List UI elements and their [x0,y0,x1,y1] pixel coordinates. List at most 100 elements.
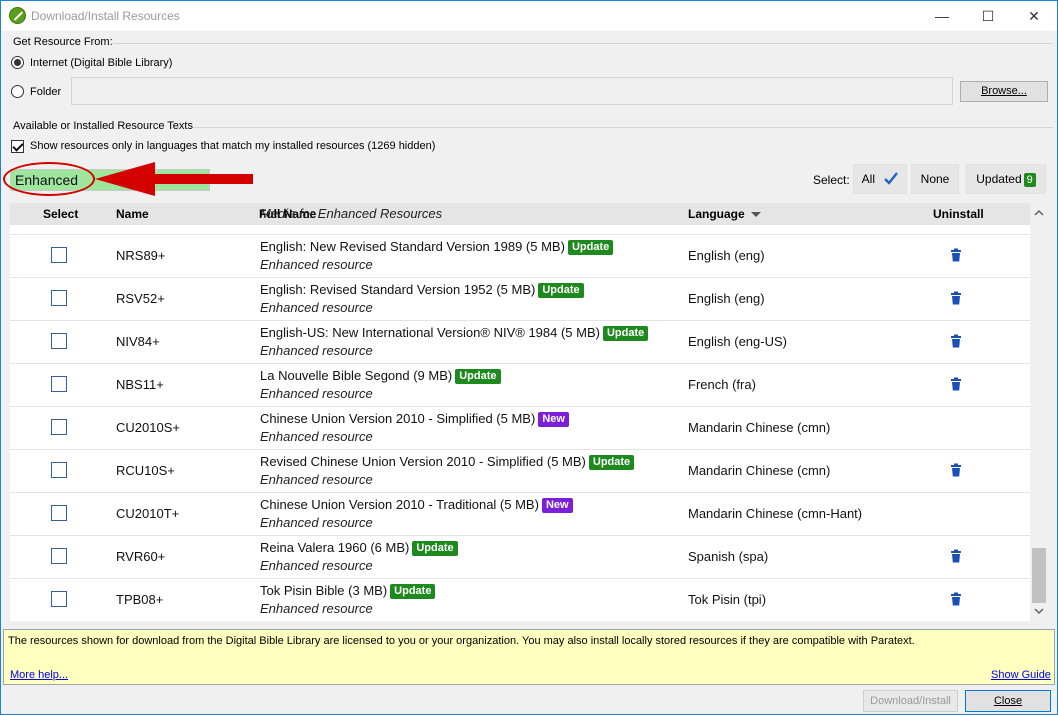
folder-path-input[interactable] [71,77,953,105]
row-select-checkbox[interactable] [51,333,67,349]
close-button[interactable]: Close [965,690,1051,712]
scroll-down-icon[interactable] [1030,603,1048,619]
row-select-checkbox[interactable] [51,290,67,306]
internet-radio[interactable] [11,56,24,69]
window-title: Download/Install Resources [31,9,180,23]
row-subtitle: Enhanced resource [260,472,373,487]
trash-icon[interactable] [949,463,963,477]
divider [113,43,1053,44]
update-badge: Update [567,240,614,255]
trash-icon[interactable] [949,377,963,391]
new-badge: New [541,498,573,513]
row-name: CU2010S+ [116,420,180,435]
row-language: French (fra) [688,377,756,392]
download-install-button[interactable]: Download/Install [863,690,958,712]
row-language: Mandarin Chinese (cmn) [688,420,831,435]
row-full-name-text: Reina Valera 1960 (6 MB) [260,540,410,555]
row-name: NRS89+ [116,248,166,263]
row-name: CU2010T+ [116,506,180,521]
close-window-button[interactable]: ✕ [1011,1,1057,31]
table-row[interactable]: RCU10S+ Revised Chinese Union Version 20… [10,450,1030,493]
scroll-thumb[interactable] [1032,548,1046,603]
row-full-name: English: Revised Standard Version 1952 (… [260,282,584,298]
row-full-name: English: New Revised Standard Version 19… [260,239,614,255]
folder-radio[interactable] [11,85,24,98]
select-updated-button[interactable]: Updated 9 [966,164,1046,194]
row-subtitle: Enhanced resource [260,429,373,444]
row-name: RVR60+ [116,549,166,564]
source-group-label: Get Resource From: [13,36,113,48]
select-all-label: All [861,172,875,186]
row-select-checkbox[interactable] [51,247,67,263]
row-subtitle: Enhanced resource [260,558,373,573]
table-row[interactable]: CU2010S+ Chinese Union Version 2010 - Si… [10,407,1030,450]
row-full-name: Revised Chinese Union Version 2010 - Sim… [260,454,635,470]
row-language: Tok Pisin (tpi) [688,592,767,607]
row-language: English (eng) [688,291,765,306]
title-bar: Download/Install Resources — ☐ ✕ [1,1,1057,31]
row-partial-text: Media for Enhanced Resources [260,206,443,221]
table-row[interactable]: NRS89+ English: New Revised Standard Ver… [10,235,1030,278]
row-select-checkbox[interactable] [51,591,67,607]
row-select-checkbox[interactable] [51,376,67,392]
trash-icon[interactable] [949,592,963,606]
table-row[interactable]: RSV52+ English: Revised Standard Version… [10,278,1030,321]
vertical-scrollbar[interactable] [1030,203,1048,621]
update-badge: Update [538,283,584,298]
divider [194,127,1053,128]
table-row[interactable]: Media for Enhanced Resources [10,203,1030,235]
row-full-name-text: La Nouvelle Bible Segond (9 MB) [260,368,453,383]
folder-radio-label: Folder [30,86,62,98]
row-name: RSV52+ [116,291,165,306]
select-none-button[interactable]: None [911,164,959,194]
row-full-name: English-US: New International Version® N… [260,325,649,341]
trash-icon[interactable] [949,549,963,563]
row-subtitle: Enhanced resource [260,343,373,358]
trash-icon[interactable] [949,334,963,348]
select-label: Select: [813,173,850,187]
row-full-name: Tok Pisin Bible (3 MB) Update [260,583,436,599]
row-full-name-text: Tok Pisin Bible (3 MB) [260,583,388,598]
row-name: NIV84+ [116,334,160,349]
table-row[interactable]: CU2010T+ Chinese Union Version 2010 - Tr… [10,493,1030,536]
browse-button-label: Browse... [981,85,1027,97]
minimize-button[interactable]: — [919,1,965,31]
close-button-label: Close [993,695,1023,707]
trash-icon[interactable] [949,248,963,262]
update-badge: Update [588,455,635,470]
table-row[interactable]: TPB08+ Tok Pisin Bible (3 MB) Update Enha… [10,579,1030,621]
update-badge: Update [455,369,501,384]
row-full-name-text: English: New Revised Standard Version 19… [260,239,565,254]
row-full-name: Reina Valera 1960 (6 MB) Update [260,540,458,556]
more-help-link[interactable]: More help... [10,669,68,681]
row-subtitle: Enhanced resource [260,386,373,401]
row-select-checkbox[interactable] [51,419,67,435]
resources-table: Select Name Full Name Language Uninstall… [10,203,1048,621]
show-guide-link[interactable]: Show Guide [991,669,1051,681]
row-full-name: Chinese Union Version 2010 - Traditional… [260,497,573,513]
language-filter-label: Show resources only in languages that ma… [30,140,436,152]
select-updated-label: Updated [976,172,1022,186]
row-select-checkbox[interactable] [51,548,67,564]
maximize-button[interactable]: ☐ [965,1,1011,31]
table-row[interactable]: NBS11+ La Nouvelle Bible Segond (9 MB) Up… [10,364,1030,407]
row-full-name-text: Chinese Union Version 2010 - Simplified … [260,411,536,426]
table-row[interactable]: NIV84+ English-US: New International Ver… [10,321,1030,364]
row-full-name-text: Chinese Union Version 2010 - Traditional… [260,497,539,512]
row-language: Mandarin Chinese (cmn-Hant) [688,506,863,521]
row-full-name-text: English: Revised Standard Version 1952 (… [260,282,536,297]
row-select-checkbox[interactable] [51,505,67,521]
row-select-checkbox[interactable] [51,462,67,478]
row-full-name-text: Revised Chinese Union Version 2010 - Sim… [260,454,586,469]
browse-button[interactable]: Browse... [960,81,1048,102]
row-language: Mandarin Chinese (cmn) [688,463,831,478]
row-language: English (eng-US) [688,334,787,349]
row-language: Spanish (spa) [688,549,769,564]
select-all-button[interactable]: All [853,164,907,194]
scroll-up-icon[interactable] [1030,205,1048,221]
language-filter-checkbox[interactable] [11,140,24,153]
license-text: The resources shown for download from th… [8,635,915,647]
trash-icon[interactable] [949,291,963,305]
table-row[interactable]: RVR60+ Reina Valera 1960 (6 MB) Update En… [10,536,1030,579]
highlight-ellipse-annotation [3,162,95,196]
